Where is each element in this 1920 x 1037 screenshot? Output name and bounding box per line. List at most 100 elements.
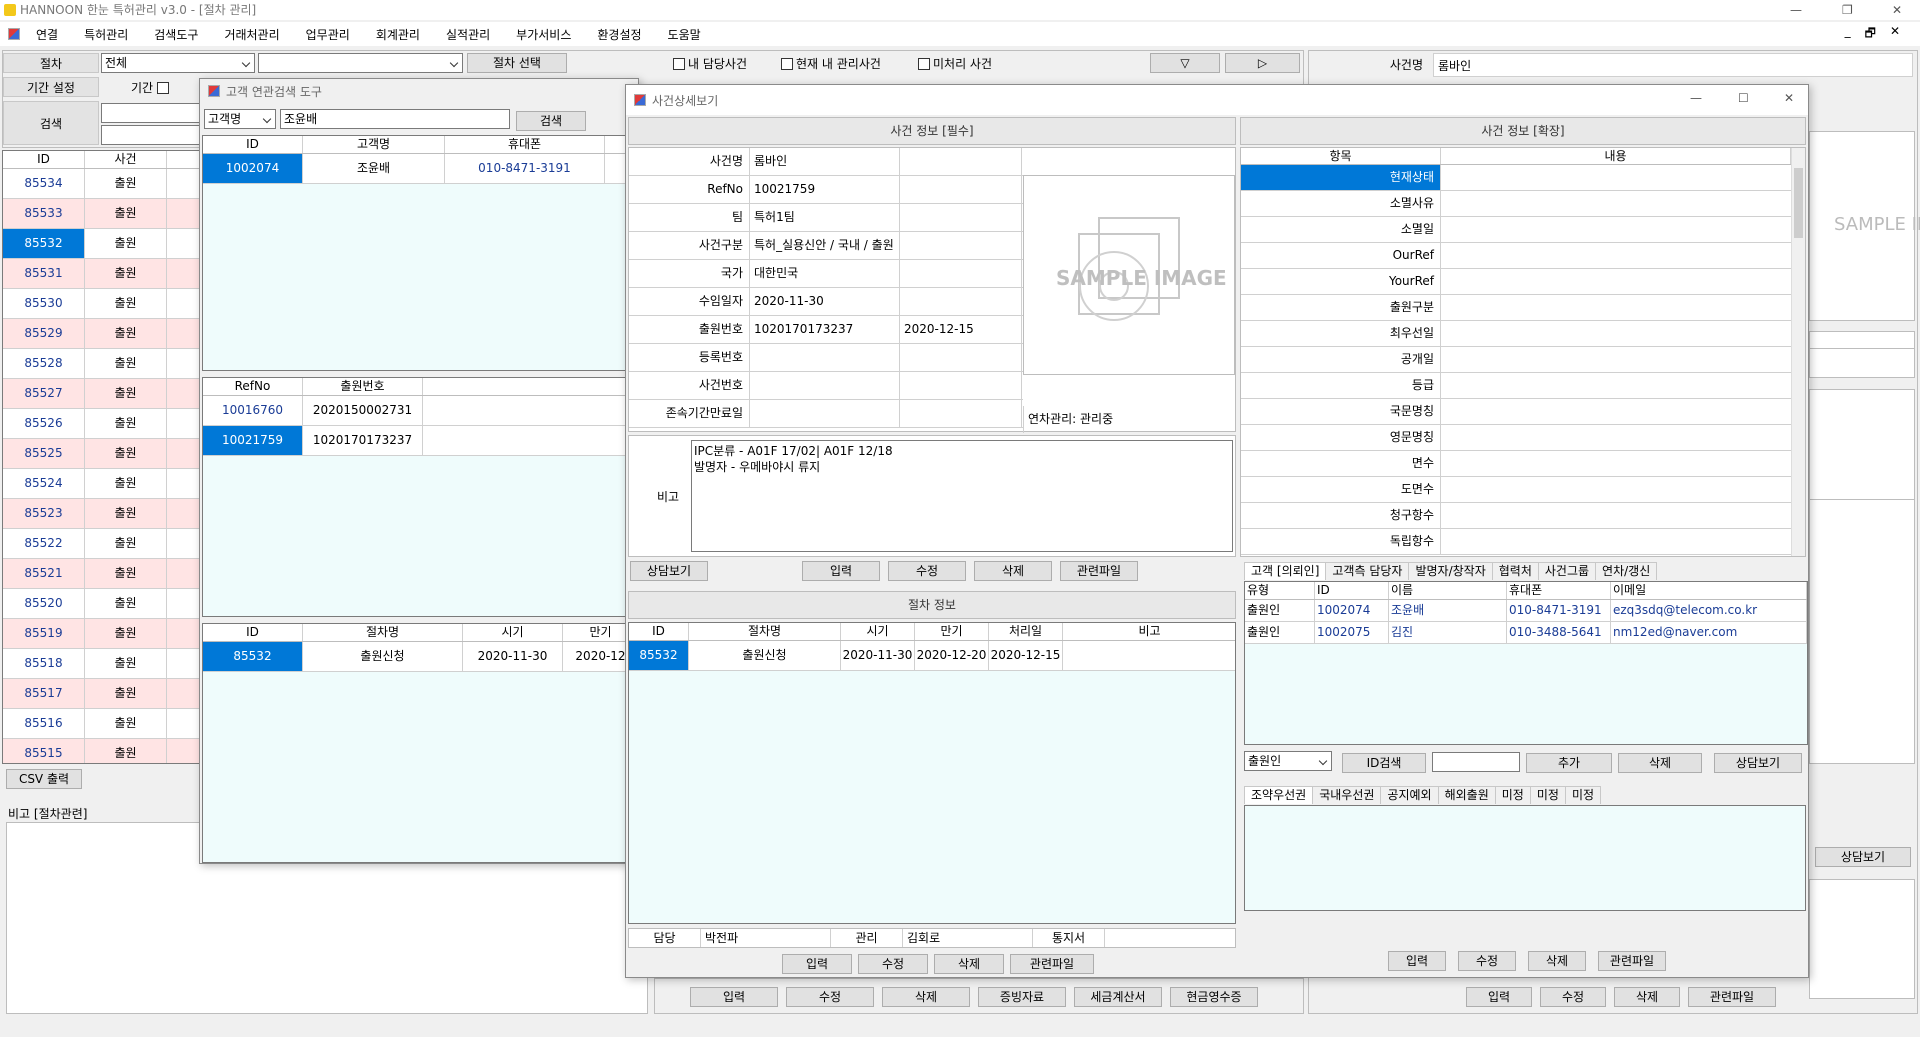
field-value[interactable]: 대한민국: [750, 260, 900, 287]
req-button-1[interactable]: 입력: [802, 561, 880, 581]
field-value[interactable]: 10021759: [750, 176, 900, 203]
table-row[interactable]: 85524 출원: [3, 469, 201, 499]
cust-grid-2[interactable]: RefNo 출원번호 10016760 2020150002731 10021759…: [202, 377, 638, 617]
req-button-2[interactable]: 수정: [888, 561, 966, 581]
detail-close-button[interactable]: ✕: [1784, 91, 1794, 105]
tab[interactable]: 조약우선권: [1244, 786, 1314, 804]
tab[interactable]: 연차/갱신: [1595, 562, 1658, 580]
ext-row[interactable]: YourRef: [1241, 269, 1805, 295]
detail-maximize-button[interactable]: ☐: [1738, 91, 1749, 105]
table-row[interactable]: 85515 출원: [3, 739, 201, 763]
tab[interactable]: 고객측 담당자: [1325, 562, 1410, 580]
maximize-button[interactable]: ❐: [1842, 0, 1853, 20]
menu-item[interactable]: 실적관리: [446, 26, 490, 43]
table-row[interactable]: 85519 출원: [3, 619, 201, 649]
ext-row[interactable]: 국문명칭: [1241, 399, 1805, 425]
detail-minimize-button[interactable]: —: [1690, 91, 1702, 105]
field-value-2[interactable]: [900, 204, 1022, 231]
ext-value[interactable]: [1441, 373, 1791, 398]
ext-value[interactable]: [1441, 269, 1791, 294]
main-action-button-4[interactable]: 세금계산서: [1074, 987, 1162, 1007]
tab[interactable]: 미정: [1494, 786, 1531, 804]
cust-consult-button[interactable]: 상담보기: [1714, 753, 1802, 773]
cust-add-button[interactable]: 추가: [1526, 753, 1612, 773]
field-value-2[interactable]: [900, 288, 1022, 315]
table-row[interactable]: 85529 출원: [3, 319, 201, 349]
cust-search-button[interactable]: 검색: [516, 111, 586, 131]
chk-current[interactable]: 현재 내 관리사건: [781, 55, 881, 72]
ext-row[interactable]: 독립항수: [1241, 529, 1805, 555]
mdi-close-button[interactable]: ✕: [1890, 24, 1900, 45]
ext-value[interactable]: [1441, 451, 1791, 476]
field-value-2[interactable]: [900, 372, 1022, 399]
menu-item[interactable]: 회계관리: [376, 26, 420, 43]
ext-button-3[interactable]: 관련파일: [1598, 951, 1666, 971]
id-search-button[interactable]: ID검색: [1342, 753, 1426, 773]
table-row[interactable]: 85521 출원: [3, 559, 201, 589]
menu-item[interactable]: 검색도구: [154, 26, 198, 43]
main-action-button-2[interactable]: 삭제: [882, 987, 970, 1007]
cust-grid-3[interactable]: ID 절차명 시기 만기 85532 출원신청 2020-11-30 2020-12: [202, 623, 638, 863]
ext-scrollbar[interactable]: [1791, 148, 1805, 556]
nav-down-button[interactable]: ▽: [1150, 53, 1220, 73]
field-value-2[interactable]: [900, 400, 1022, 427]
proc-grid[interactable]: ID 절차명 시기 만기 처리일 비고 85532 출원신청 2020-11-30 2…: [628, 622, 1236, 924]
close-button[interactable]: ✕: [1892, 0, 1902, 20]
req-button-3[interactable]: 삭제: [974, 561, 1052, 581]
ext-row[interactable]: 소멸일: [1241, 217, 1805, 243]
minimize-button[interactable]: —: [1790, 0, 1802, 20]
proc-detail-select[interactable]: [258, 53, 463, 73]
tab[interactable]: 고객 [의뢰인]: [1244, 562, 1327, 580]
memo-textarea[interactable]: IPC분류 - A01F 17/02| A01F 12/18 발명자 - 우메바…: [691, 440, 1233, 552]
ext-row[interactable]: 출원구분: [1241, 295, 1805, 321]
mdi-restore-button[interactable]: 🗗: [1865, 24, 1876, 45]
main-action-button-5[interactable]: 현금영수증: [1170, 987, 1258, 1007]
ext-value[interactable]: [1441, 165, 1791, 190]
proc-button-3[interactable]: 관련파일: [1010, 954, 1094, 974]
tab[interactable]: 미정: [1529, 786, 1566, 804]
field-value-2[interactable]: [900, 176, 1022, 203]
ext-value[interactable]: [1441, 529, 1791, 554]
table-row[interactable]: 10021759 1020170173237: [203, 426, 637, 456]
ext-value[interactable]: [1441, 321, 1791, 346]
ext-button-0[interactable]: 입력: [1388, 951, 1446, 971]
table-row[interactable]: 85527 출원: [3, 379, 201, 409]
field-value[interactable]: 롬바인: [750, 148, 900, 175]
main-action-button-1[interactable]: 수정: [786, 987, 874, 1007]
search-input-1[interactable]: [101, 103, 211, 123]
field-value-2[interactable]: [900, 260, 1022, 287]
table-row[interactable]: 85523 출원: [3, 499, 201, 529]
ext-button-2[interactable]: 삭제: [1528, 951, 1586, 971]
menu-item[interactable]: 연결: [36, 26, 58, 43]
right-consult-button[interactable]: 상담보기: [1815, 847, 1911, 867]
right-action-button-1[interactable]: 수정: [1540, 987, 1606, 1007]
field-value-2[interactable]: [900, 344, 1022, 371]
period-check[interactable]: 기간: [131, 79, 172, 96]
main-action-button-0[interactable]: 입력: [690, 987, 778, 1007]
tab[interactable]: 해외출원: [1437, 786, 1496, 804]
cust-search-input[interactable]: 조윤배: [280, 109, 510, 129]
proc-select-button[interactable]: 절차 선택: [467, 53, 567, 73]
table-row[interactable]: 85526 출원: [3, 409, 201, 439]
ext-value[interactable]: [1441, 399, 1791, 424]
csv-export-button[interactable]: CSV 출력: [6, 769, 82, 789]
ext-row[interactable]: 현재상태: [1241, 165, 1805, 191]
field-value[interactable]: [750, 400, 900, 427]
ext-value[interactable]: [1441, 347, 1791, 372]
menu-item[interactable]: 환경설정: [597, 26, 641, 43]
ext-info-grid[interactable]: 항목 내용 현재상태 소멸사유 소멸일 OurRef YourRef 출원구분 최우선일 공개…: [1240, 147, 1806, 557]
field-value-2[interactable]: [900, 148, 1022, 175]
table-row[interactable]: 85532 출원신청 2020-11-30 2020-12: [203, 642, 637, 672]
tab[interactable]: 협력처: [1491, 562, 1539, 580]
cust-search-type[interactable]: 고객명: [204, 109, 276, 129]
table-row[interactable]: 85525 출원: [3, 439, 201, 469]
table-row[interactable]: 85530 출원: [3, 289, 201, 319]
ext-value[interactable]: [1441, 217, 1791, 242]
cust-type-select[interactable]: 출원인: [1244, 751, 1332, 771]
field-value-2[interactable]: 2020-12-15: [900, 316, 1022, 343]
menu-item[interactable]: 업무관리: [306, 26, 350, 43]
search-input-2[interactable]: [101, 125, 211, 145]
req-button-0[interactable]: 상담보기: [630, 561, 708, 581]
menu-item[interactable]: 특허관리: [84, 26, 128, 43]
menu-item[interactable]: 도움말: [668, 26, 701, 43]
